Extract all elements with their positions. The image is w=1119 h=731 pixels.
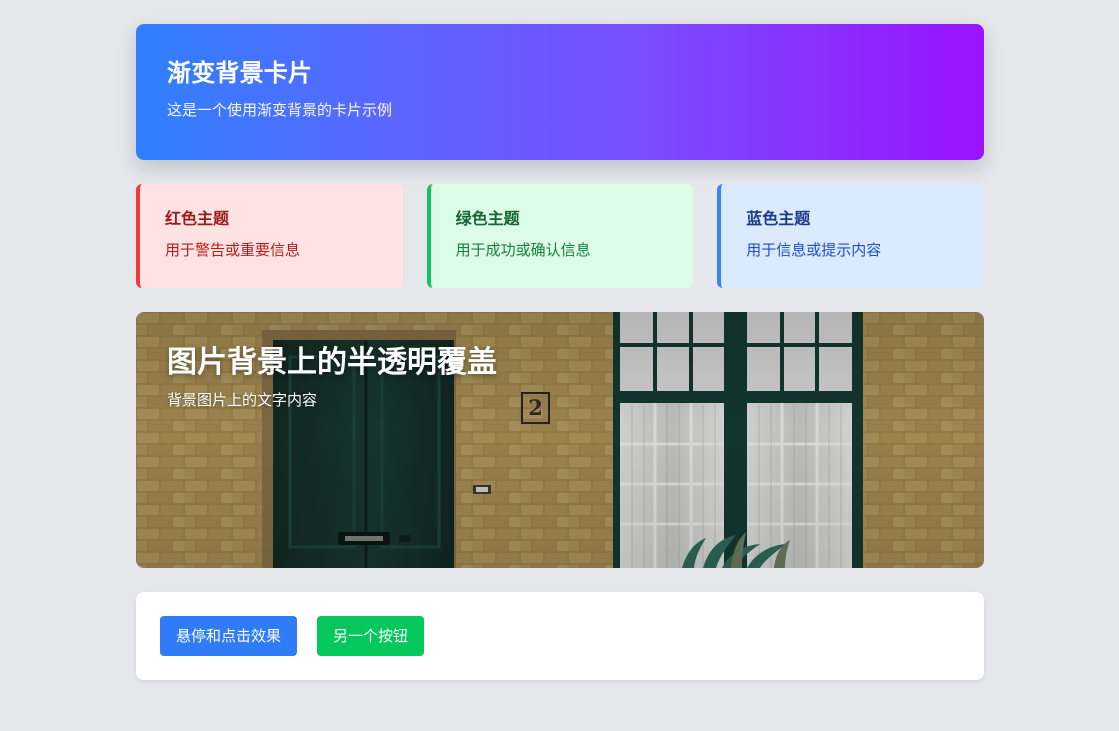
blue-theme-card: 蓝色主题 用于信息或提示内容: [717, 184, 984, 288]
page-container: 渐变背景卡片 这是一个使用渐变背景的卡片示例 红色主题 用于警告或重要信息 绿色…: [136, 0, 984, 680]
house-number: 2: [528, 395, 543, 420]
blue-theme-title: 蓝色主题: [746, 209, 811, 228]
red-theme-title: 红色主题: [165, 209, 230, 228]
button-card: 悬停和点击效果 另一个按钮: [136, 592, 984, 680]
red-theme-description: 用于警告或重要信息: [165, 241, 301, 259]
gradient-card: 渐变背景卡片 这是一个使用渐变背景的卡片示例: [136, 24, 984, 160]
image-card-subtitle: 背景图片上的文字内容: [167, 391, 318, 409]
theme-cards-row: 红色主题 用于警告或重要信息 绿色主题 用于成功或确认信息 蓝色主题 用于信息或…: [136, 184, 984, 288]
green-theme-description: 用于成功或确认信息: [455, 241, 591, 259]
hover-click-effect-button[interactable]: 悬停和点击效果: [160, 616, 298, 656]
gradient-card-title: 渐变背景卡片: [167, 59, 313, 87]
red-theme-card: 红色主题 用于警告或重要信息: [136, 184, 403, 288]
green-theme-title: 绿色主题: [455, 209, 520, 228]
blue-theme-description: 用于信息或提示内容: [746, 241, 882, 259]
image-card-title: 图片背景上的半透明覆盖: [167, 345, 497, 380]
green-theme-card: 绿色主题 用于成功或确认信息: [426, 184, 694, 288]
gradient-card-subtitle: 这是一个使用渐变背景的卡片示例: [167, 101, 393, 119]
image-background-card: 2 图片背景上的半透明覆盖 背景图片上的文字内容: [136, 312, 984, 568]
another-button[interactable]: 另一个按钮: [317, 616, 425, 656]
